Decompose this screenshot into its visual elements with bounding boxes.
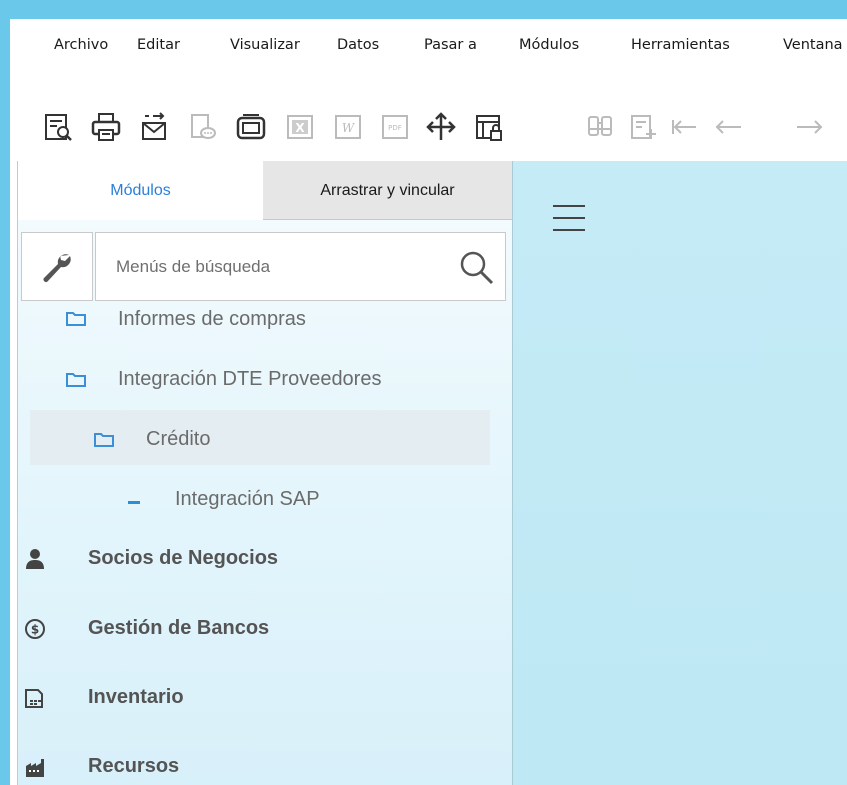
word-icon[interactable]: W — [332, 111, 364, 143]
settings-button[interactable] — [21, 232, 93, 301]
tree-item-integracion-sap[interactable]: Integración SAP — [128, 488, 448, 514]
module-gestion-de-bancos[interactable]: $ Gestión de Bancos — [24, 617, 444, 645]
lock-form-icon[interactable] — [473, 111, 505, 143]
sms-icon[interactable] — [187, 111, 219, 143]
menu-bar: Archivo Editar Visualizar Datos Pasar a … — [10, 19, 847, 77]
excel-icon[interactable]: X — [284, 111, 316, 143]
menu-editar[interactable]: Editar — [137, 37, 180, 53]
module-socios-de-negocios[interactable]: Socios de Negocios — [24, 547, 444, 575]
folder-icon — [94, 433, 114, 447]
folder-icon — [66, 373, 86, 387]
svg-text:PDF: PDF — [388, 124, 402, 132]
next-record-icon[interactable] — [793, 111, 825, 143]
menu-archivo[interactable]: Archivo — [54, 37, 108, 53]
module-inventario[interactable]: Inventario — [24, 686, 444, 714]
menu-visualizar[interactable]: Visualizar — [230, 37, 300, 53]
pdf-icon[interactable]: PDF — [379, 111, 411, 143]
folder-icon — [66, 312, 86, 326]
module-label: Gestión de Bancos — [88, 617, 270, 639]
add-icon[interactable] — [627, 111, 659, 143]
tree-item-label: Integración SAP — [175, 488, 320, 510]
tab-modulos[interactable]: Módulos — [18, 161, 263, 220]
toolbar: X W PDF — [10, 77, 847, 161]
leaf-dash-icon — [128, 501, 140, 504]
find-icon[interactable] — [584, 111, 616, 143]
tree-item-integracion-dte-proveedores[interactable]: Integración DTE Proveedores — [66, 368, 486, 394]
window-frame-left — [0, 0, 10, 785]
main-content-area — [512, 161, 847, 785]
tree-item-label: Crédito — [146, 428, 211, 450]
tree-item-credito[interactable]: Crédito — [94, 428, 394, 454]
fax-icon[interactable] — [235, 111, 267, 143]
application-window: Archivo Editar Visualizar Datos Pasar a … — [0, 0, 847, 785]
previous-record-icon[interactable] — [713, 111, 745, 143]
tree-item-label: Integración DTE Proveedores — [118, 368, 382, 390]
preview-icon[interactable] — [42, 111, 74, 143]
module-label: Socios de Negocios — [88, 547, 279, 569]
svg-text:$: $ — [31, 623, 39, 637]
person-icon — [26, 549, 44, 569]
menu-modulos[interactable]: Módulos — [519, 37, 579, 53]
menu-pasar-a[interactable]: Pasar a — [424, 37, 477, 53]
search-icon[interactable] — [458, 249, 496, 287]
inventory-icon — [25, 689, 43, 708]
menu-datos[interactable]: Datos — [337, 37, 379, 53]
wrench-icon — [43, 254, 71, 282]
email-icon[interactable] — [139, 111, 171, 143]
module-label: Inventario — [88, 686, 184, 708]
tree-item-label: Informes de compras — [118, 308, 306, 330]
modules-panel: Módulos Arrastrar y vincular Informes de… — [17, 161, 512, 785]
dollar-coin-icon: $ — [25, 619, 45, 639]
hamburger-menu-icon[interactable] — [553, 205, 585, 231]
factory-icon — [26, 759, 44, 777]
svg-text:X: X — [295, 121, 305, 135]
menu-herramientas[interactable]: Herramientas — [631, 37, 730, 53]
search-field — [95, 232, 506, 301]
first-record-icon[interactable] — [668, 111, 700, 143]
svg-text:W: W — [342, 121, 356, 135]
window-frame-top — [0, 0, 847, 19]
module-recursos[interactable]: Recursos — [24, 755, 444, 783]
move-icon[interactable] — [425, 111, 457, 143]
menu-ventana[interactable]: Ventana — [783, 37, 843, 53]
search-input[interactable] — [116, 253, 446, 281]
print-icon[interactable] — [90, 111, 122, 143]
module-label: Recursos — [88, 755, 180, 777]
tree-item-informes-de-compras[interactable]: Informes de compras — [66, 308, 466, 337]
tab-arrastrar-y-vincular[interactable]: Arrastrar y vincular — [263, 161, 512, 220]
